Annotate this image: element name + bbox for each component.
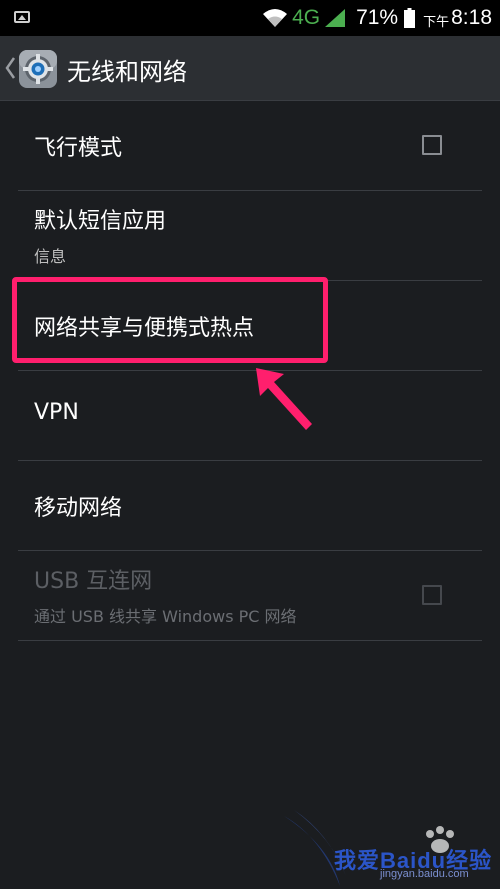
wifi-icon	[263, 9, 288, 27]
setting-usb-tethering: USB 互连网 通过 USB 线共享 Windows PC 网络	[0, 551, 500, 641]
setting-title: USB 互连网	[34, 569, 153, 594]
network-type: 4G	[292, 6, 321, 29]
setting-default-sms-app[interactable]: 默认短信应用 信息	[0, 191, 500, 281]
divider	[18, 640, 482, 641]
watermark-url: jingyan.baidu.com	[380, 868, 469, 880]
airplane-mode-checkbox[interactable]	[422, 135, 442, 155]
setting-title: VPN	[34, 400, 79, 425]
battery-percent: 71%	[356, 6, 399, 29]
usb-tethering-checkbox	[422, 585, 442, 605]
battery-icon	[404, 8, 416, 28]
status-bar: 4G 71% 下午 8:18	[0, 0, 500, 36]
setting-title: 移动网络	[34, 496, 123, 521]
status-time: 8:18	[451, 6, 492, 29]
time-prefix: 下午	[423, 14, 450, 30]
signal-icon	[325, 9, 346, 27]
settings-gear-icon[interactable]	[18, 49, 58, 89]
setting-mobile-network[interactable]: 移动网络	[0, 461, 500, 551]
image-notification-icon	[14, 11, 30, 23]
setting-title: 默认短信应用	[34, 209, 167, 234]
setting-subtitle: 信息	[34, 247, 67, 266]
annotation-arrow-icon	[256, 368, 312, 430]
back-chevron-icon[interactable]	[4, 56, 16, 80]
action-bar: 无线和网络	[0, 36, 500, 101]
setting-subtitle: 通过 USB 线共享 Windows PC 网络	[34, 607, 297, 626]
setting-title: 飞行模式	[34, 136, 123, 161]
highlight-annotation-box	[12, 277, 328, 363]
page-title: 无线和网络	[67, 58, 187, 86]
setting-airplane-mode[interactable]: 飞行模式	[0, 101, 500, 191]
